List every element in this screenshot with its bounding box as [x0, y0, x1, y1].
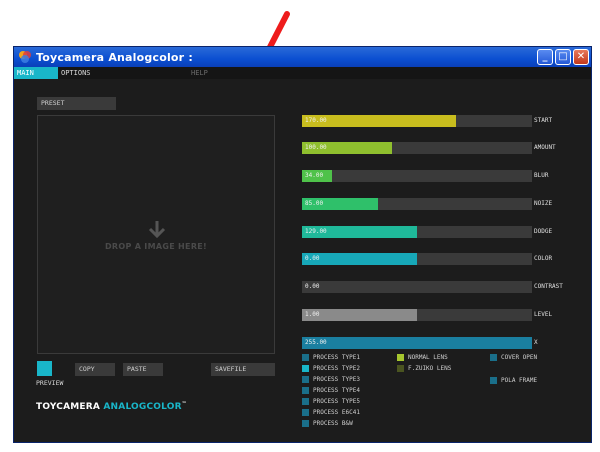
- slider-value: 255.00: [305, 339, 327, 346]
- slider-value: 0.00: [305, 283, 320, 290]
- brand-tm: ™: [181, 401, 187, 407]
- savefile-button[interactable]: SAVEFILE: [211, 363, 275, 376]
- option-process-type[interactable]: PROCESS TYPE1: [302, 353, 392, 362]
- checkbox-square[interactable]: [302, 365, 309, 372]
- slider-amount[interactable]: 100.00: [302, 142, 532, 154]
- window-title: Toycamera Analogcolor :: [36, 51, 193, 64]
- checkbox-square[interactable]: [302, 398, 309, 405]
- checkbox-square[interactable]: [302, 354, 309, 361]
- image-drop-zone[interactable]: DROP A IMAGE HERE!: [37, 115, 275, 354]
- drop-hint-text: DROP A IMAGE HERE!: [104, 242, 207, 251]
- checkbox-square[interactable]: [302, 387, 309, 394]
- slider-label: AMOUNT: [534, 144, 556, 151]
- option-process-type[interactable]: PROCESS B&W: [302, 419, 392, 428]
- option-label: PROCESS E6C41: [313, 409, 360, 416]
- option-process-type[interactable]: PROCESS TYPE2: [302, 364, 392, 373]
- preset-button[interactable]: PRESET: [37, 97, 116, 110]
- option-label: F.ZUIKO LENS: [408, 365, 452, 372]
- option-extra[interactable]: POLA FRAME: [490, 376, 580, 385]
- slider-contrast[interactable]: 0.00: [302, 281, 532, 293]
- checkbox-square[interactable]: [397, 354, 404, 361]
- checkbox-square[interactable]: [302, 376, 309, 383]
- maximize-button[interactable]: □: [555, 49, 571, 65]
- slider-value: 0.00: [305, 255, 320, 262]
- option-process-type[interactable]: PROCESS TYPE4: [302, 386, 392, 395]
- option-extra[interactable]: COVER OPEN: [490, 353, 580, 362]
- brand-accent: ANALOGCOLOR: [103, 402, 182, 412]
- option-label: POLA FRAME: [501, 377, 538, 384]
- checkbox-square[interactable]: [397, 365, 404, 372]
- preview-label: PREVIEW: [36, 379, 64, 387]
- menu-help[interactable]: HELP: [188, 67, 228, 79]
- menu-options[interactable]: OPTIONS: [58, 67, 118, 79]
- checkbox-square[interactable]: [490, 354, 497, 361]
- slider-blur[interactable]: 34.00: [302, 170, 532, 182]
- app-icon: [19, 51, 31, 63]
- slider-label: COLOR: [534, 255, 553, 262]
- option-process-type[interactable]: PROCESS TYPE5: [302, 397, 392, 406]
- slider-dodge[interactable]: 129.00: [302, 226, 532, 238]
- checkbox-square[interactable]: [490, 377, 497, 384]
- slider-label: START: [534, 117, 553, 124]
- option-label: PROCESS TYPE3: [313, 376, 360, 383]
- slider-label: CONTRAST: [534, 283, 563, 290]
- slider-x[interactable]: 255.00: [302, 337, 532, 349]
- slider-value: 129.00: [305, 228, 327, 235]
- preview-checkbox[interactable]: [37, 361, 52, 376]
- slider-label: LEVEL: [534, 311, 553, 318]
- menu-bar: MAIN OPTIONS HELP: [14, 67, 591, 79]
- close-button[interactable]: ✕: [573, 49, 589, 65]
- option-lens[interactable]: F.ZUIKO LENS: [397, 364, 487, 373]
- option-label: PROCESS TYPE1: [313, 354, 360, 361]
- slider-label: DODGE: [534, 228, 553, 235]
- copy-button[interactable]: COPY: [75, 363, 115, 376]
- app-window: Toycamera Analogcolor : _ □ ✕ MAIN OPTIO…: [13, 46, 592, 443]
- slider-start[interactable]: 170.00: [302, 115, 532, 127]
- option-label: PROCESS TYPE4: [313, 387, 360, 394]
- slider-label: BLUR: [534, 172, 549, 179]
- brand-main: TOYCAMERA: [36, 402, 104, 412]
- slider-value: 170.00: [305, 117, 327, 124]
- option-process-type[interactable]: PROCESS TYPE3: [302, 375, 392, 384]
- option-label: COVER OPEN: [501, 354, 538, 361]
- download-arrow-icon: [148, 221, 166, 239]
- checkbox-square[interactable]: [302, 409, 309, 416]
- slider-fill: [302, 337, 532, 349]
- slider-value: 1.00: [305, 311, 320, 318]
- slider-value: 85.00: [305, 200, 324, 207]
- paste-button[interactable]: PASTE: [123, 363, 163, 376]
- brand-logo: TOYCAMERA ANALOGCOLOR™: [36, 401, 187, 412]
- slider-color[interactable]: 0.00: [302, 253, 532, 265]
- option-process-type[interactable]: PROCESS E6C41: [302, 408, 392, 417]
- option-label: PROCESS B&W: [313, 420, 353, 427]
- option-label: PROCESS TYPE5: [313, 398, 360, 405]
- option-label: PROCESS TYPE2: [313, 365, 360, 372]
- slider-label: X: [534, 339, 538, 346]
- option-label: NORMAL LENS: [408, 354, 448, 361]
- slider-value: 100.00: [305, 144, 327, 151]
- title-bar[interactable]: Toycamera Analogcolor : _ □ ✕: [14, 47, 591, 67]
- slider-level[interactable]: 1.00: [302, 309, 532, 321]
- minimize-button[interactable]: _: [537, 49, 553, 65]
- slider-value: 34.00: [305, 172, 324, 179]
- slider-noize[interactable]: 85.00: [302, 198, 532, 210]
- option-lens[interactable]: NORMAL LENS: [397, 353, 487, 362]
- slider-label: NOIZE: [534, 200, 553, 207]
- menu-main[interactable]: MAIN: [14, 67, 58, 79]
- checkbox-square[interactable]: [302, 420, 309, 427]
